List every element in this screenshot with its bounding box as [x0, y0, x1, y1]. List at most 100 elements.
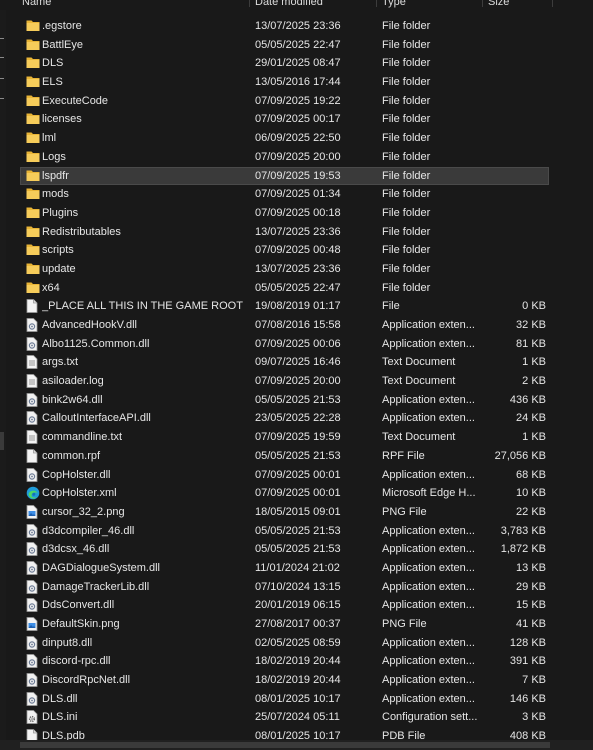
folder-icon	[26, 56, 40, 69]
file-row-copholster-dll[interactable]: CopHolster.dll 07/09/2025 00:01 Applicatio…	[0, 466, 593, 485]
file-row-copholster-xml[interactable]: CopHolster.xml 07/09/2025 00:01 Microsoft …	[0, 484, 593, 503]
file-row-albo1125-common-dll[interactable]: Albo1125.Common.dll 07/09/2025 00:06 Appli…	[0, 335, 593, 354]
file-date-modified: 05/05/2025 21:53	[255, 449, 341, 462]
file-row-bink2w64-dll[interactable]: bink2w64.dll 05/05/2025 21:53 Application …	[0, 391, 593, 410]
file-type: File folder	[382, 113, 431, 126]
file-row-common-rpf[interactable]: common.rpf 05/05/2025 21:53 RPF File 27,056…	[0, 447, 593, 466]
file-size: 1 KB	[522, 431, 546, 444]
file-date-modified: 06/09/2025 22:50	[255, 132, 341, 145]
file-type: Application exten...	[382, 337, 475, 350]
file-row-logs[interactable]: Logs 07/09/2025 20:00 File folder	[0, 148, 593, 167]
file-name: DAGDialogueSystem.dll	[42, 561, 160, 574]
file-type: Application exten...	[382, 543, 475, 556]
file-date-modified: 08/01/2025 10:17	[255, 692, 341, 705]
column-date-modified[interactable]: Date modified	[255, 0, 323, 10]
file-row-dls-ini[interactable]: DLS.ini 25/07/2024 05:11 Configuration set…	[0, 708, 593, 727]
file-type: PNG File	[382, 618, 427, 630]
file-type: File folder	[382, 281, 431, 294]
folder-icon	[26, 75, 40, 88]
file-type: File folder	[382, 38, 431, 51]
file-date-modified: 13/05/2016 17:44	[255, 76, 341, 89]
file-row-d3dcompiler-46-dll[interactable]: d3dcompiler_46.dll 05/05/2025 21:53 Applic…	[0, 522, 593, 541]
file-name: Logs	[42, 150, 66, 163]
file-row-els[interactable]: ELS 13/05/2016 17:44 File folder	[0, 73, 593, 92]
file-row-damagetrackerlib-dll[interactable]: DamageTrackerLib.dll 07/10/2024 13:15 Appl…	[0, 578, 593, 597]
file-row-dls-dll[interactable]: DLS.dll 08/01/2025 10:17 Application exten…	[0, 690, 593, 709]
file-name: x64	[42, 281, 60, 294]
edge-file-icon	[26, 486, 40, 500]
file-size: 436 KB	[509, 393, 546, 406]
file-name: DLS.ini	[42, 711, 78, 724]
file-date-modified: 18/02/2019 20:44	[255, 674, 341, 687]
file-row-discord-rpc-dll[interactable]: discord-rpc.dll 18/02/2019 20:44 Applicati…	[0, 652, 593, 671]
file-date-modified: 23/05/2025 22:28	[255, 412, 341, 425]
file-date-modified: 05/05/2025 21:53	[255, 543, 341, 556]
file-date-modified: 29/01/2025 08:47	[255, 57, 341, 70]
file-name: CopHolster.xml	[42, 487, 117, 500]
file-name: args.txt	[42, 356, 79, 369]
file-row-args-txt[interactable]: args.txt 09/07/2025 16:46 Text Document 1 K…	[0, 353, 593, 372]
file-row-advancedhookv-dll[interactable]: AdvancedHookV.dll 07/08/2016 15:58 Applica…	[0, 316, 593, 335]
file-row-commandline-txt[interactable]: commandline.txt 07/09/2025 19:59 Text Docu…	[0, 428, 593, 447]
file-type: Application exten...	[382, 580, 475, 593]
file-name: Plugins	[42, 206, 79, 219]
file-size: 81 KB	[516, 337, 546, 350]
file-name: licenses	[42, 113, 82, 126]
file-type: Application exten...	[382, 524, 475, 537]
file-type: File folder	[382, 94, 431, 107]
scrollbar-thumb[interactable]	[20, 742, 550, 748]
file-row-ddsconvert-dll[interactable]: DdsConvert.dll 20/01/2019 06:15 Applicatio…	[0, 596, 593, 615]
dll-file-icon	[26, 392, 38, 407]
file-name: Albo1125.Common.dll	[42, 337, 150, 350]
file-date-modified: 20/01/2019 06:15	[255, 599, 341, 612]
file-type: Application exten...	[382, 692, 475, 705]
file-row-lspdfr[interactable]: lspdfr 07/09/2025 19:53 File folder	[0, 166, 593, 186]
file-row-dinput8-dll[interactable]: dinput8.dll 02/05/2025 08:59 Application e…	[0, 634, 593, 653]
file-row-battleye[interactable]: BattlEye 05/05/2025 22:47 File folder	[0, 36, 593, 55]
file-row-plugins[interactable]: Plugins 07/09/2025 00:18 File folder	[0, 204, 593, 223]
file-row-dls[interactable]: DLS 29/01/2025 08:47 File folder	[0, 54, 593, 73]
column-divider[interactable]	[249, 0, 250, 7]
file-date-modified: 05/05/2025 21:53	[255, 393, 341, 406]
file-row-dagdialoguesystem-dll[interactable]: DAGDialogueSystem.dll 11/01/2024 21:02 App…	[0, 559, 593, 578]
file-row-redistributables[interactable]: Redistributables 13/07/2025 23:36 File fol…	[0, 223, 593, 242]
file-date-modified: 11/01/2024 21:02	[255, 561, 340, 574]
column-header: Name Date modified Type Size	[0, 0, 593, 10]
horizontal-scrollbar[interactable]	[0, 740, 593, 750]
column-name[interactable]: Name	[22, 0, 51, 10]
file-type: File folder	[382, 262, 431, 275]
folder-icon	[26, 187, 40, 200]
file-name: CopHolster.dll	[42, 468, 111, 481]
file-row-egstore[interactable]: .egstore 13/07/2025 23:36 File folder	[0, 17, 593, 36]
file-row-licenses[interactable]: licenses 07/09/2025 00:17 File folder	[0, 110, 593, 129]
file-row-defaultskin-png[interactable]: DefaultSkin.png 27/08/2017 00:37 PNG File 4…	[0, 615, 593, 634]
file-row-calloutinterfaceapi-dll[interactable]: CalloutInterfaceAPI.dll 23/05/2025 22:28 A…	[0, 409, 593, 428]
column-divider[interactable]	[552, 0, 553, 7]
file-row-update[interactable]: update 13/07/2025 23:36 File folder	[0, 260, 593, 279]
file-name: DLS.dll	[42, 692, 78, 705]
file-row-mods[interactable]: mods 07/09/2025 01:34 File folder	[0, 185, 593, 204]
dll-file-icon	[26, 318, 38, 332]
column-type[interactable]: Type	[382, 0, 406, 10]
file-row-place-all-this-in-the-game-root[interactable]: _PLACE ALL THIS IN THE GAME ROOT 19/08/20…	[0, 297, 593, 316]
file-row-discordrpcnet-dll[interactable]: DiscordRpcNet.dll 18/02/2019 20:44 Applica…	[0, 671, 593, 690]
file-type: Application exten...	[382, 599, 475, 612]
file-row-d3dcsx-46-dll[interactable]: d3dcsx_46.dll 05/05/2025 21:53 Application…	[0, 540, 593, 559]
file-name: bink2w64.dll	[42, 393, 103, 406]
file-type: PNG File	[382, 505, 427, 518]
file-type: File folder	[382, 206, 431, 219]
file-row-lml[interactable]: lml 06/09/2025 22:50 File folder	[0, 129, 593, 148]
column-size[interactable]: Size	[488, 0, 509, 10]
file-date-modified: 07/09/2025 20:00	[255, 375, 341, 388]
file-row-cursor-32-2-png[interactable]: cursor_32_2.png 18/05/2015 09:01 PNG File 2…	[0, 503, 593, 522]
file-row-scripts[interactable]: scripts 07/09/2025 00:48 File folder	[0, 241, 593, 260]
column-divider[interactable]	[482, 0, 483, 7]
file-row-executecode[interactable]: ExecuteCode 07/09/2025 19:22 File folder	[0, 92, 593, 111]
file-name: DdsConvert.dll	[42, 599, 115, 612]
file-type: Microsoft Edge H...	[382, 487, 476, 500]
file-row-x64[interactable]: x64 05/05/2025 22:47 File folder	[0, 279, 593, 298]
file-date-modified: 05/05/2025 22:47	[255, 38, 341, 51]
column-divider[interactable]	[376, 0, 377, 7]
file-row-asiloader-log[interactable]: asiloader.log 07/09/2025 20:00 Text Docume…	[0, 372, 593, 391]
dll-file-icon	[26, 691, 38, 706]
